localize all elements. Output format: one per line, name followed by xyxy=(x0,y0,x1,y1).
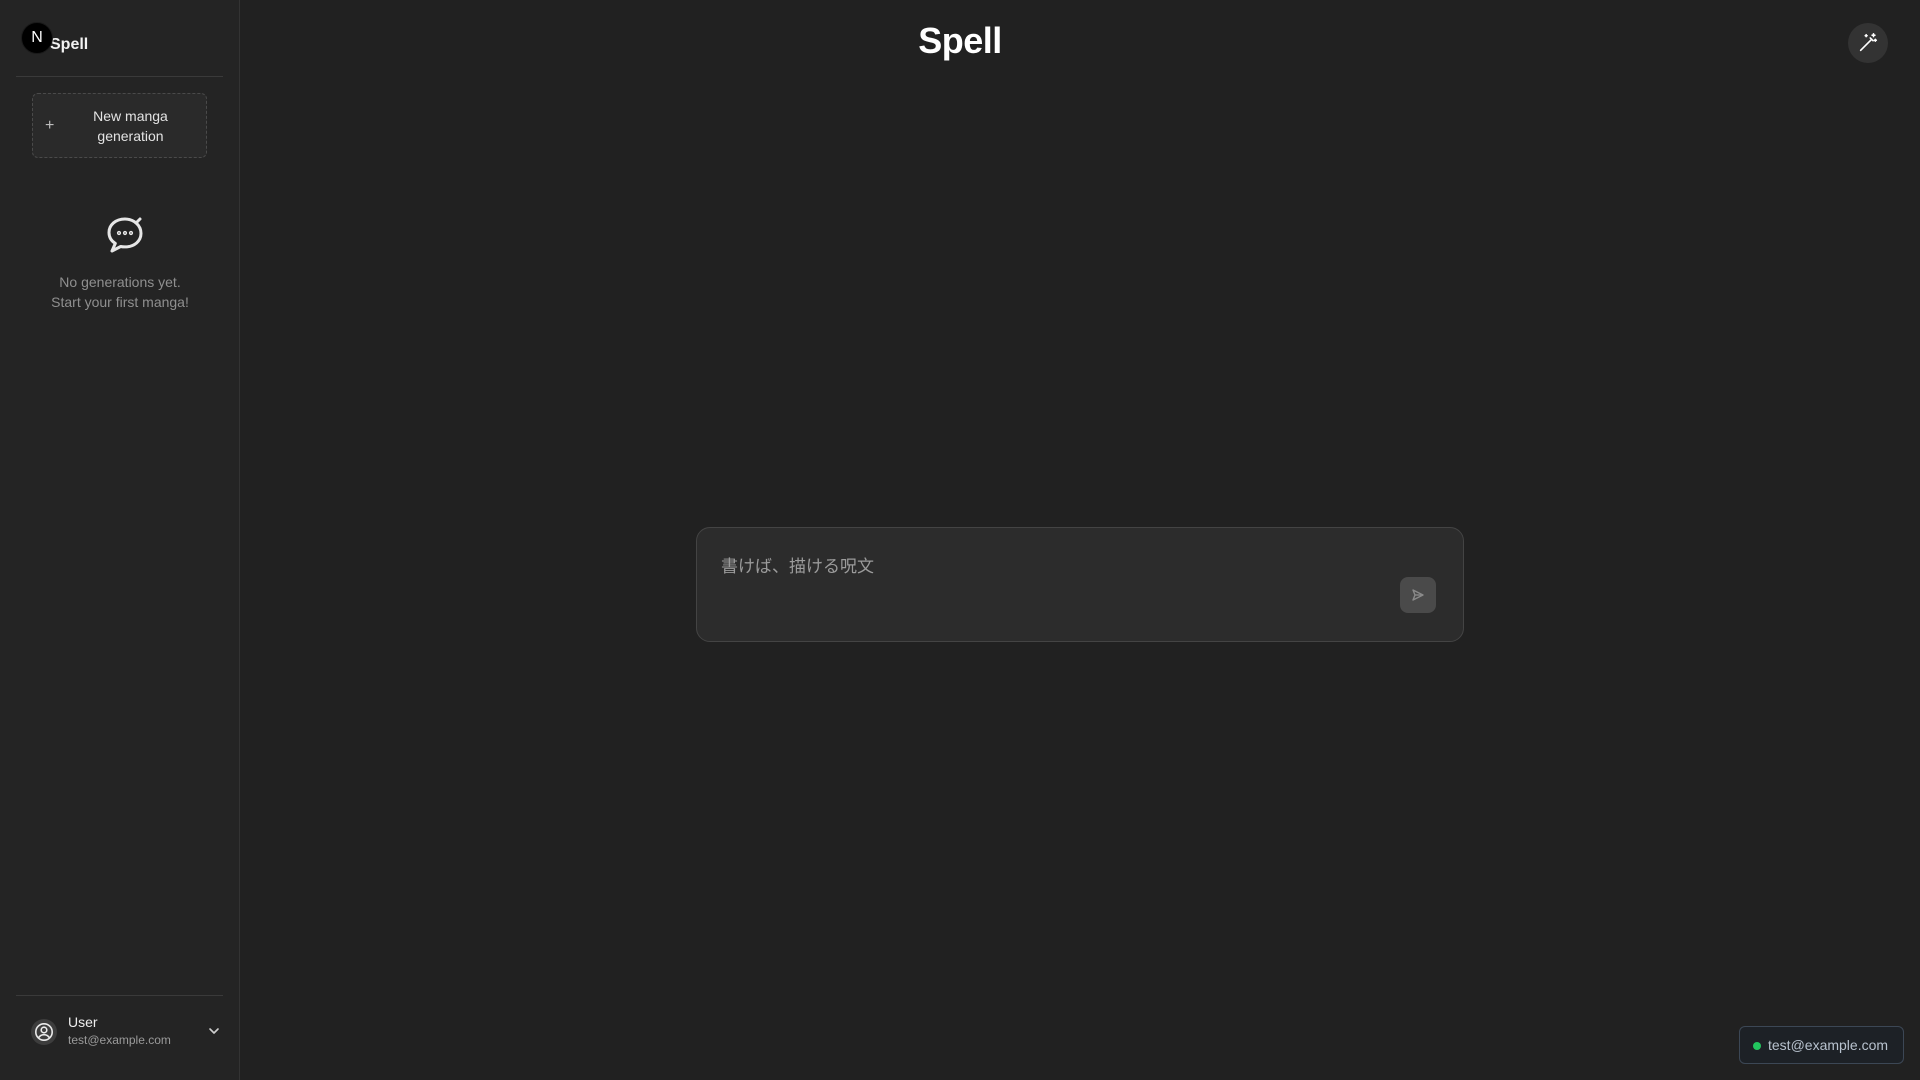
plus-icon: + xyxy=(45,117,55,134)
status-email: test@example.com xyxy=(1768,1037,1889,1053)
prompt-box xyxy=(696,527,1464,642)
sidebar-footer: User test@example.com xyxy=(16,995,223,1080)
send-icon xyxy=(1412,589,1424,601)
empty-state-text: No generations yet. Start your first man… xyxy=(20,272,220,312)
user-circle-icon xyxy=(31,1019,57,1045)
next-badge-icon[interactable]: N xyxy=(21,22,53,54)
status-dot-icon xyxy=(1753,1042,1761,1050)
sidebar-title: Spell xyxy=(50,36,89,53)
user-name: User xyxy=(68,1014,98,1030)
prompt-input[interactable] xyxy=(721,552,1381,582)
new-manga-generation-button[interactable]: + New manga generation xyxy=(32,93,207,158)
speech-bubble-icon xyxy=(107,217,143,253)
sidebar: Spell N + New manga generation No genera… xyxy=(0,0,240,1080)
chevron-down-icon[interactable] xyxy=(207,1024,221,1038)
page-title: Spell xyxy=(918,20,1002,61)
user-menu[interactable]: User test@example.com xyxy=(31,1012,219,1052)
app-root: Spell N + New manga generation No genera… xyxy=(0,0,1920,1080)
empty-state-line1: No generations yet. xyxy=(59,274,181,290)
status-badge: test@example.com xyxy=(1739,1026,1904,1064)
empty-state-line2: Start your first manga! xyxy=(51,294,189,310)
send-button[interactable] xyxy=(1400,577,1436,613)
user-email: test@example.com xyxy=(68,1033,171,1047)
sidebar-header: Spell N xyxy=(16,0,223,77)
magic-wand-button[interactable] xyxy=(1848,23,1888,63)
magic-wand-icon xyxy=(1859,33,1878,52)
new-manga-generation-label: New manga generation xyxy=(93,108,168,144)
